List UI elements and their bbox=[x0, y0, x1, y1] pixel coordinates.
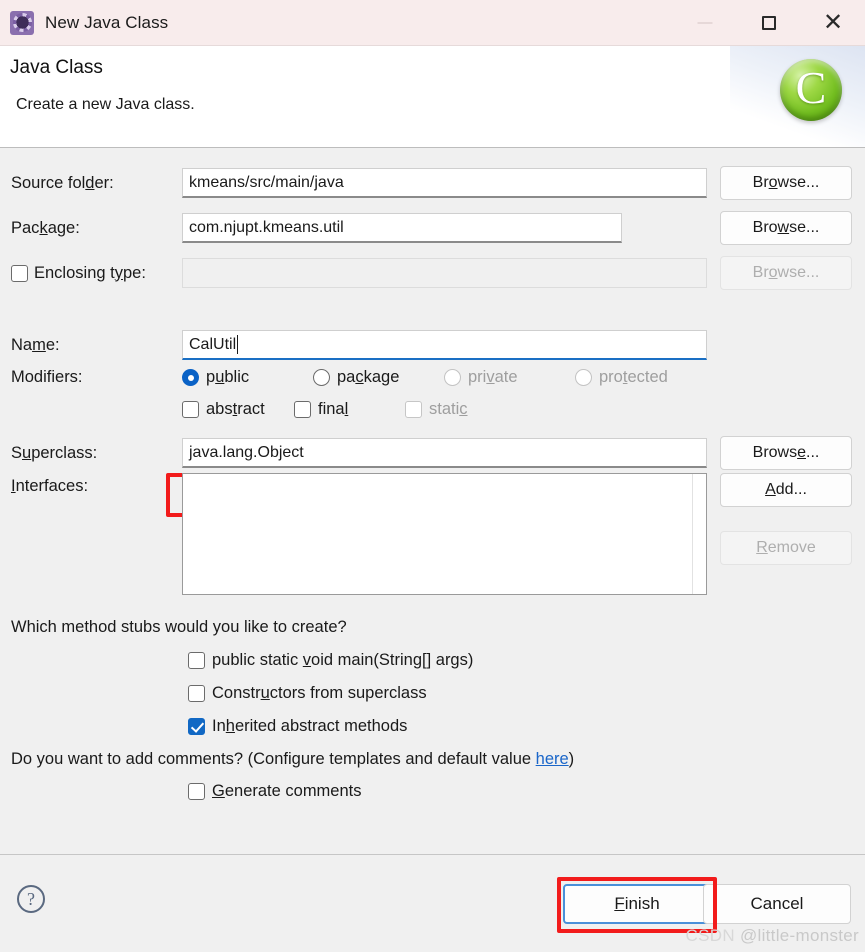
comments-label: Do you want to add comments? (Configure … bbox=[0, 750, 574, 769]
title-bar: New Java Class — ✕ bbox=[0, 0, 865, 46]
stub-main-row: public static void main(String[] args) bbox=[0, 651, 865, 670]
superclass-input[interactable]: java.lang.Object bbox=[182, 438, 707, 468]
interfaces-label: Interfaces: bbox=[11, 477, 89, 495]
wizard-body: Source folder: kmeans/src/main/java Br o w… bbox=[0, 148, 865, 854]
watermark-brand: CSDN bbox=[685, 926, 735, 945]
superclass-value: java.lang.Object bbox=[189, 443, 304, 461]
maximize-icon bbox=[762, 15, 776, 30]
stub-inherited-checkbox[interactable]: Inherited abstract methods bbox=[188, 717, 407, 736]
name-value: CalUtil bbox=[189, 335, 237, 353]
superclass-row: Superclass: java.lang.Object Brows e... bbox=[0, 436, 865, 470]
checkbox-generate-comments-icon bbox=[188, 783, 205, 800]
eclipse-logo-icon: C bbox=[780, 59, 842, 121]
comments-question-tail: ) bbox=[568, 750, 575, 768]
modifier-abstract-checkbox[interactable]: abstract bbox=[182, 400, 294, 419]
gear-icon bbox=[12, 13, 32, 32]
close-icon: ✕ bbox=[822, 8, 844, 36]
maximize-button[interactable] bbox=[737, 0, 801, 46]
page-description: Create a new Java class. bbox=[16, 96, 195, 113]
modifier-private-radio: private bbox=[444, 368, 575, 387]
interfaces-listbox[interactable] bbox=[182, 473, 707, 595]
configure-templates-link[interactable]: here bbox=[536, 750, 569, 768]
stub-constructors-row: Constructors from superclass bbox=[0, 684, 865, 703]
package-label: Package: bbox=[11, 218, 80, 237]
modifier-static-checkbox: static bbox=[405, 400, 468, 419]
help-icon[interactable]: ? bbox=[17, 885, 45, 913]
dialog-footer: ? Finish Cancel CSDN @little-monster bbox=[0, 854, 865, 952]
package-input[interactable]: com.njupt.kmeans.util bbox=[182, 213, 622, 243]
modifiers-flags-row: abstract final static bbox=[0, 400, 865, 419]
interfaces-scrollbar[interactable] bbox=[692, 474, 706, 594]
wizard-header: Java Class Create a new Java class. C bbox=[0, 46, 865, 148]
name-row: Name: CalUtil bbox=[0, 330, 865, 360]
interfaces-remove-button: Remove bbox=[720, 531, 852, 565]
enclosing-type-checkbox[interactable] bbox=[11, 264, 28, 282]
modifiers-row: Modifiers: public package private protec… bbox=[0, 368, 865, 387]
package-browse-button[interactable]: Bro w se... bbox=[720, 211, 852, 245]
checkbox-constructors-icon bbox=[188, 685, 205, 702]
enclosing-type-input[interactable] bbox=[182, 258, 707, 288]
radio-protected-icon bbox=[575, 369, 592, 386]
finish-button[interactable]: Finish bbox=[563, 884, 711, 924]
window-controls: — ✕ bbox=[673, 0, 865, 45]
source-folder-label: Source folder: bbox=[11, 173, 114, 192]
enclosing-type-browse-button: Br o wse... bbox=[720, 256, 852, 290]
interfaces-row: Interfaces: Add... Remove bbox=[0, 473, 865, 595]
enclosing-type-label: Enclosing type: bbox=[0, 264, 182, 283]
checkbox-static-icon bbox=[405, 401, 422, 418]
radio-package-icon bbox=[313, 369, 330, 386]
modifier-final-checkbox[interactable]: final bbox=[294, 400, 405, 419]
modifier-public-radio[interactable]: public bbox=[182, 368, 313, 387]
generate-comments-row: Generate comments bbox=[0, 782, 865, 801]
checkbox-inherited-icon bbox=[188, 718, 205, 735]
cancel-button[interactable]: Cancel bbox=[703, 884, 851, 924]
method-stubs-question: Which method stubs would you like to cre… bbox=[0, 618, 865, 637]
source-folder-browse-button[interactable]: Br o wse... bbox=[720, 166, 852, 200]
radio-public-icon bbox=[182, 369, 199, 386]
java-class-wizard-icon bbox=[10, 10, 34, 35]
interfaces-buttons: Add... Remove bbox=[720, 473, 852, 565]
stub-inherited-row: Inherited abstract methods bbox=[0, 717, 865, 736]
stub-constructors-checkbox[interactable]: Constructors from superclass bbox=[188, 684, 427, 703]
enclosing-type-row: Enclosing type: Br o wse... bbox=[0, 256, 865, 290]
name-input[interactable]: CalUtil bbox=[182, 330, 707, 360]
radio-private-icon bbox=[444, 369, 461, 386]
minimize-button[interactable]: — bbox=[673, 0, 737, 46]
source-folder-value: kmeans/src/main/java bbox=[189, 173, 344, 191]
window-title: New Java Class bbox=[45, 12, 169, 32]
text-caret bbox=[237, 335, 239, 354]
stub-main-checkbox[interactable]: public static void main(String[] args) bbox=[188, 651, 473, 670]
source-folder-input[interactable]: kmeans/src/main/java bbox=[182, 168, 707, 198]
watermark-user: @little-monster bbox=[739, 926, 859, 945]
checkbox-final-icon bbox=[294, 401, 311, 418]
modifiers-label: Modifiers: bbox=[11, 368, 83, 386]
superclass-label: Superclass: bbox=[11, 443, 98, 462]
modifier-protected-radio: protected bbox=[575, 368, 668, 387]
method-stubs-label: Which method stubs would you like to cre… bbox=[11, 618, 347, 636]
close-button[interactable]: ✕ bbox=[801, 0, 865, 46]
generate-comments-checkbox[interactable]: Generate comments bbox=[188, 782, 362, 801]
page-title: Java Class bbox=[10, 57, 103, 78]
source-folder-row: Source folder: kmeans/src/main/java Br o w… bbox=[0, 166, 865, 200]
comments-question-text: Do you want to add comments? (Configure … bbox=[11, 750, 536, 768]
logo-letter: C bbox=[795, 62, 827, 113]
superclass-browse-button[interactable]: Brows e... bbox=[720, 436, 852, 470]
watermark: CSDN @little-monster bbox=[686, 926, 859, 946]
modifier-package-radio[interactable]: package bbox=[313, 368, 444, 387]
package-value: com.njupt.kmeans.util bbox=[189, 218, 344, 236]
package-row: Package: com.njupt.kmeans.util Bro w se... bbox=[0, 211, 865, 245]
name-label: Name: bbox=[11, 335, 60, 354]
checkbox-abstract-icon bbox=[182, 401, 199, 418]
comments-question-row: Do you want to add comments? (Configure … bbox=[0, 750, 865, 769]
interfaces-add-button[interactable]: Add... bbox=[720, 473, 852, 507]
checkbox-main-method-icon bbox=[188, 652, 205, 669]
